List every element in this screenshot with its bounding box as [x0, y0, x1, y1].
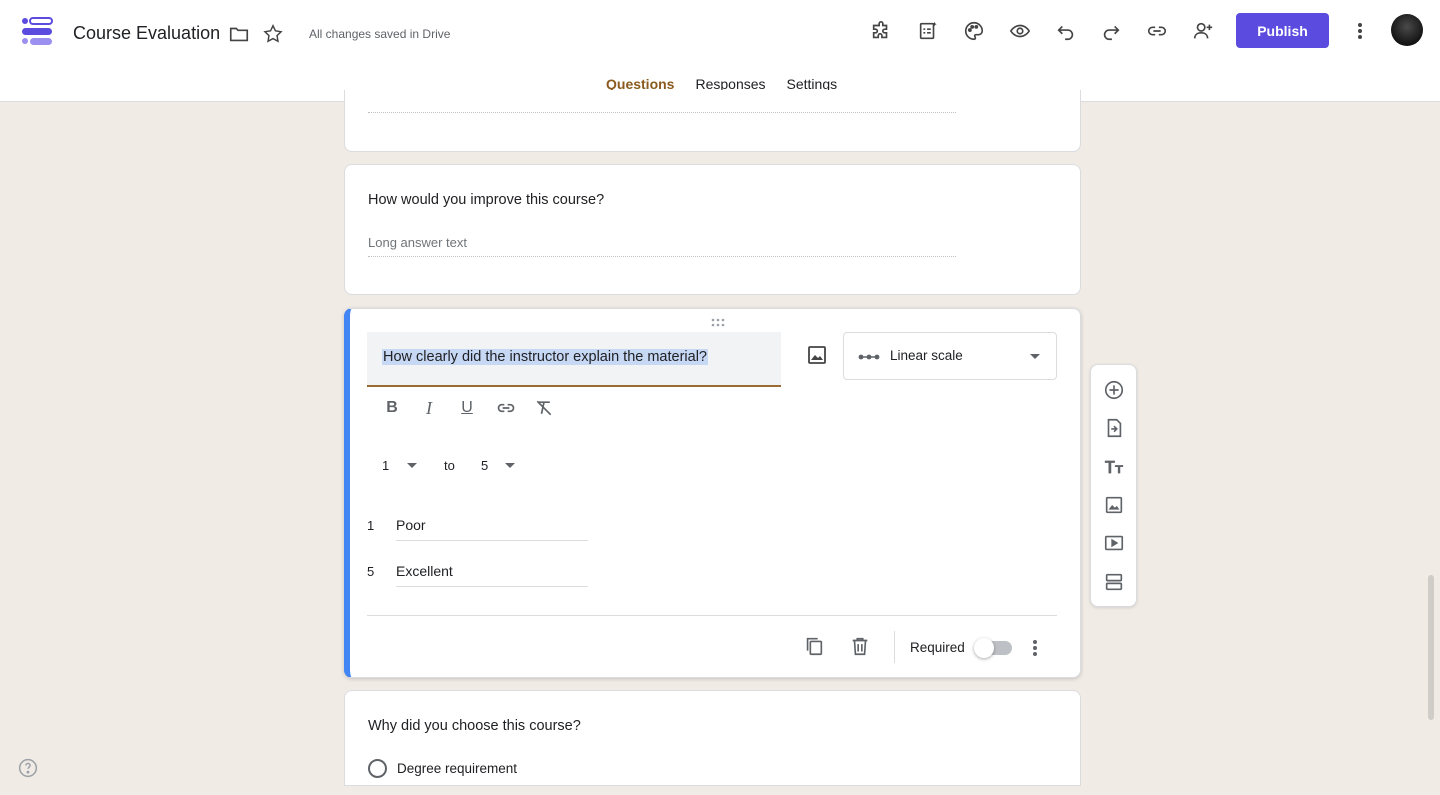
page-scrollbar[interactable] — [1428, 575, 1434, 720]
add-section-icon[interactable] — [1102, 570, 1126, 594]
link-icon[interactable] — [1144, 18, 1170, 44]
footer-separator — [894, 631, 895, 663]
preview-icon[interactable] — [1007, 18, 1033, 44]
scale-max-select[interactable]: 5 — [481, 458, 488, 473]
question-title: Why did you choose this course? — [368, 718, 581, 734]
add-title-icon[interactable] — [1102, 455, 1126, 479]
answer-placeholder-line — [368, 256, 956, 257]
insert-link-icon[interactable] — [495, 397, 517, 419]
question-title-text: How clearly did the instructor explain t… — [382, 349, 708, 365]
app-header: Course Evaluation All changes saved in D… — [0, 0, 1440, 102]
question-card-previous[interactable] — [344, 90, 1081, 152]
question-card-active[interactable]: How clearly did the instructor explain t… — [344, 308, 1081, 678]
required-label: Required — [910, 640, 965, 655]
publish-button[interactable]: Publish — [1236, 13, 1329, 48]
italic-icon[interactable]: I — [418, 397, 440, 419]
radio-option[interactable] — [368, 759, 387, 778]
more-options-icon[interactable] — [1350, 18, 1370, 44]
star-icon[interactable] — [262, 23, 284, 45]
question-type-select[interactable]: Linear scale — [843, 332, 1057, 380]
question-title: How would you improve this course? — [368, 192, 605, 208]
question-title-input[interactable]: How clearly did the instructor explain t… — [367, 332, 781, 387]
scale-min-number: 1 — [367, 518, 375, 533]
card-divider — [367, 615, 1057, 616]
scale-to-label: to — [444, 458, 455, 473]
question-card-improve[interactable]: How would you improve this course? Long … — [344, 164, 1081, 295]
answer-placeholder-line — [368, 112, 956, 113]
scale-min-label-input[interactable]: Poor — [396, 517, 588, 541]
scale-min-select[interactable]: 1 — [382, 458, 389, 473]
scale-max-number: 5 — [367, 564, 375, 579]
question-type-label: Linear scale — [890, 348, 963, 363]
option-label: Degree requirement — [397, 761, 518, 776]
forms-logo-icon[interactable] — [20, 16, 54, 48]
drag-handle-icon[interactable] — [710, 315, 726, 327]
answer-type-hint: Long answer text — [368, 235, 468, 250]
duplicate-icon[interactable] — [803, 635, 825, 657]
bold-icon[interactable]: B — [381, 397, 403, 419]
scale-max-label-input[interactable]: Excellent — [396, 563, 588, 587]
underline-icon[interactable]: U — [456, 397, 478, 419]
save-status: All changes saved in Drive — [309, 27, 451, 41]
folder-icon[interactable] — [228, 23, 250, 45]
floating-toolbar — [1090, 364, 1137, 607]
redo-icon[interactable] — [1098, 18, 1124, 44]
add-image-icon[interactable] — [1102, 493, 1126, 517]
chevron-down-icon[interactable] — [505, 463, 515, 468]
add-collaborator-icon[interactable] — [1190, 18, 1216, 44]
linear-scale-icon — [858, 350, 880, 368]
help-icon[interactable] — [18, 758, 38, 778]
add-video-icon[interactable] — [1102, 531, 1126, 555]
question-card-choose[interactable]: Why did you choose this course? Degree r… — [344, 690, 1081, 786]
import-questions-icon[interactable] — [1102, 416, 1126, 440]
chevron-down-icon — [1030, 354, 1040, 359]
delete-icon[interactable] — [849, 635, 871, 657]
palette-icon[interactable] — [961, 18, 987, 44]
ai-form-icon[interactable] — [915, 18, 941, 44]
add-question-icon[interactable] — [1102, 378, 1126, 402]
chevron-down-icon[interactable] — [407, 463, 417, 468]
add-image-icon[interactable] — [805, 343, 829, 367]
required-toggle[interactable] — [974, 638, 1012, 658]
addons-icon[interactable] — [868, 18, 894, 44]
clear-formatting-icon[interactable] — [533, 397, 555, 419]
toggle-knob — [974, 638, 994, 658]
account-avatar[interactable] — [1391, 14, 1423, 46]
undo-icon[interactable] — [1053, 18, 1079, 44]
document-title[interactable]: Course Evaluation — [73, 23, 220, 44]
question-more-options-icon[interactable] — [1030, 637, 1040, 659]
